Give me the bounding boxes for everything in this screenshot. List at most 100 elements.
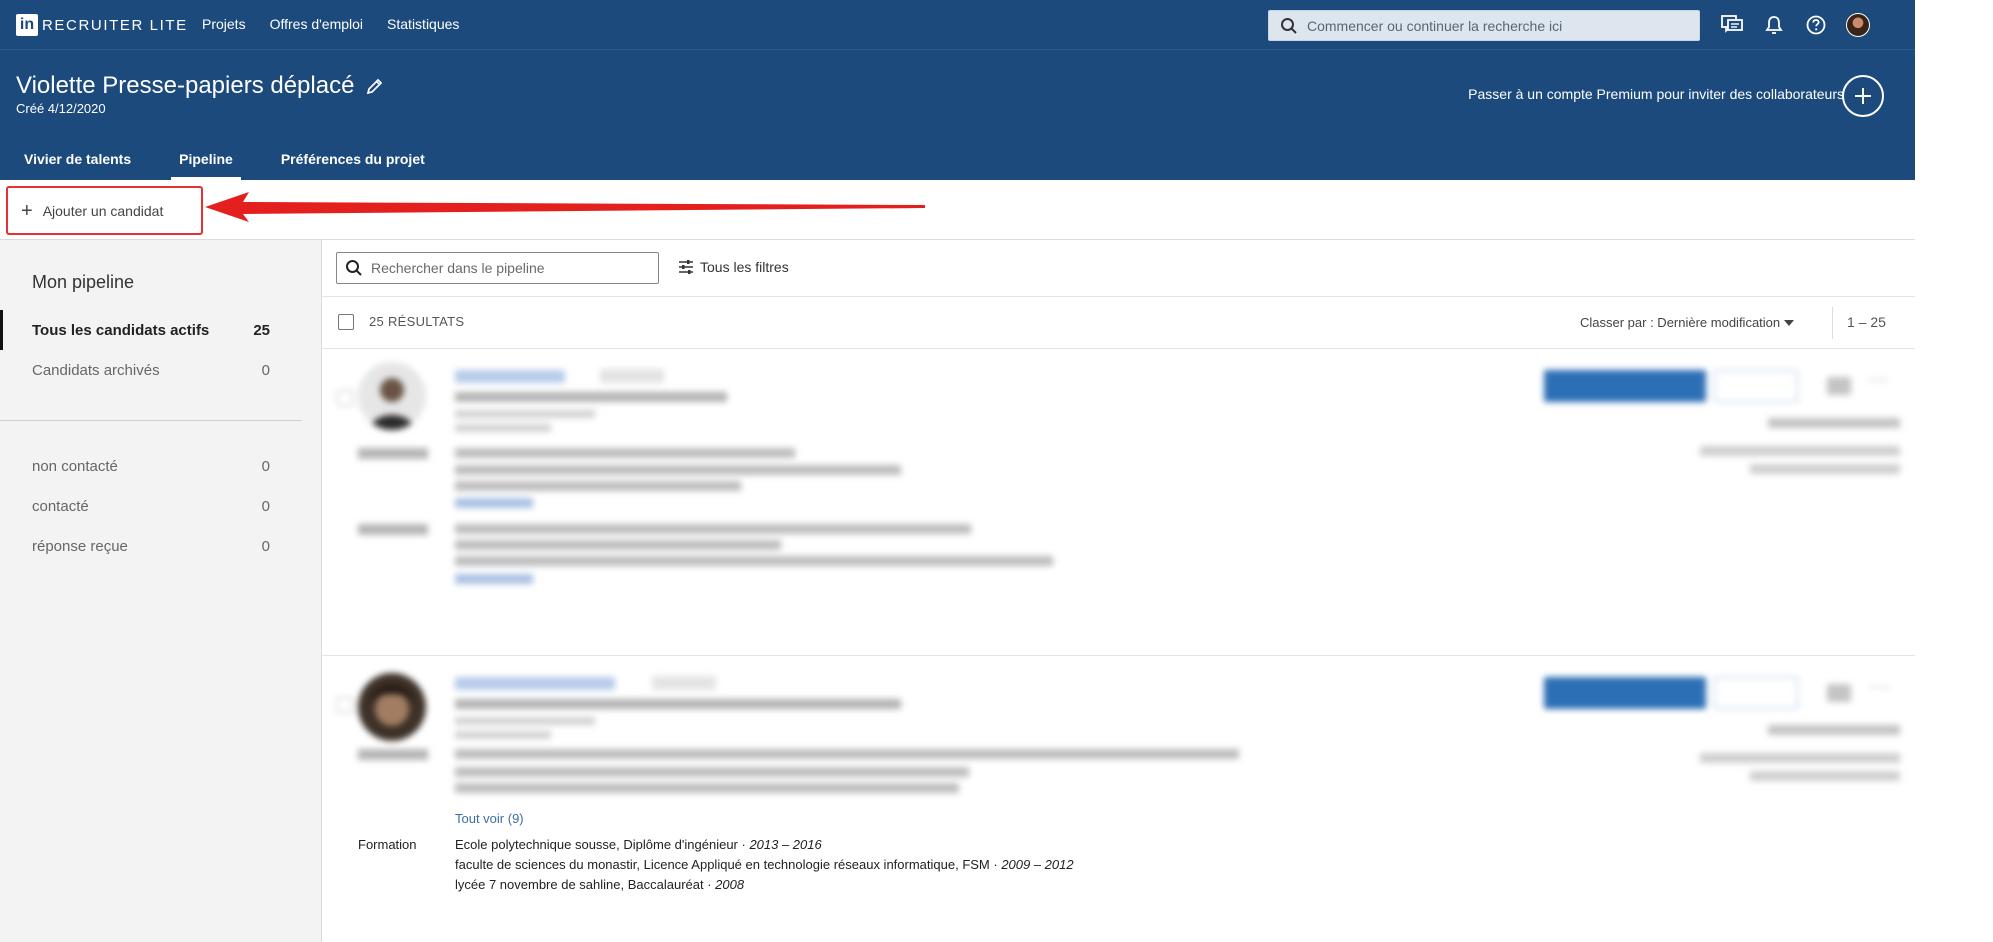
nav-links: Projets Offres d'emploi Statistiques <box>202 16 483 32</box>
top-nav: in RECRUITER LITE Projets Offres d'emplo… <box>0 0 1915 50</box>
sidebar-stage-contacte[interactable]: contacté 0 <box>0 486 270 526</box>
candidate-headline <box>455 699 901 709</box>
results-header: 25 RÉSULTATS Classer par : Dernière modi… <box>322 297 1915 349</box>
user-avatar[interactable] <box>1846 13 1870 37</box>
invite-collaborator-button[interactable] <box>1842 75 1884 117</box>
education-line <box>455 524 971 534</box>
candidate-primary-action[interactable] <box>1544 370 1706 402</box>
top-icons <box>1720 13 1870 37</box>
all-filters-button[interactable]: Tous les filtres <box>678 259 789 275</box>
education-dates: 2009 – 2012 <box>1001 857 1074 872</box>
pipeline-title: Mon pipeline <box>32 272 135 292</box>
candidate-industry <box>455 731 551 739</box>
education-dates: 2008 <box>715 877 745 892</box>
sort-dropdown[interactable]: Classer par : Dernière modification <box>1580 315 1795 330</box>
candidate-stage <box>1768 418 1900 428</box>
education-school: faculte de sciences du monastir, Licence… <box>455 857 1002 872</box>
nav-link-statistiques[interactable]: Statistiques <box>387 16 459 32</box>
sidebar-divider <box>0 420 302 421</box>
candidate-checkbox[interactable] <box>337 697 353 713</box>
project-title: Violette Presse-papiers déplacé <box>16 72 355 99</box>
all-filters-label: Tous les filtres <box>700 259 789 275</box>
recruiter-logo[interactable]: in RECRUITER LITE <box>16 14 188 36</box>
red-arrow-annotation <box>205 192 925 222</box>
sidebar-item-label: Tous les candidats actifs <box>32 321 210 339</box>
sidebar-item-count: 0 <box>261 497 270 515</box>
experience-line <box>455 481 741 491</box>
sidebar-item-archived-candidates[interactable]: Candidats archivés 0 <box>0 350 270 390</box>
candidate-name[interactable] <box>455 370 565 383</box>
plus-icon <box>1855 88 1871 104</box>
notifications-bell-icon[interactable] <box>1762 13 1786 37</box>
candidate-photo <box>358 673 426 741</box>
filter-sliders-icon <box>679 260 693 274</box>
results-range: 1 – 25 <box>1847 314 1886 330</box>
education-line: faculte de sciences du monastir, Licence… <box>455 857 1074 872</box>
experience-line <box>455 749 1239 759</box>
sidebar-stage-non-contacte[interactable]: non contacté 0 <box>0 446 270 486</box>
project-title-row: Violette Presse-papiers déplacé <box>16 72 384 100</box>
candidate-saved-by <box>1750 771 1900 781</box>
search-icon <box>1281 17 1297 34</box>
sidebar-item-label: Candidats archivés <box>32 361 160 379</box>
help-icon[interactable] <box>1804 13 1828 37</box>
sidebar-item-count: 25 <box>253 321 270 339</box>
candidate-card-content: ··· <box>322 657 1915 805</box>
tab-preferences-du-projet[interactable]: Préférences du projet <box>257 148 449 180</box>
education-school: lycée 7 novembre de sahline, Baccalauréa… <box>455 877 716 892</box>
pipeline-search <box>336 252 659 284</box>
experience-line <box>455 465 901 475</box>
candidate-location <box>455 717 595 725</box>
education-line <box>455 540 781 550</box>
education-label: Formation <box>358 837 417 852</box>
sidebar-item-count: 0 <box>261 457 270 475</box>
education-line: Ecole polytechnique sousse, Diplôme d'in… <box>455 837 822 852</box>
sidebar-item-count: 0 <box>261 537 270 555</box>
premium-upsell-text[interactable]: Passer à un compte Premium pour inviter … <box>1468 86 1844 102</box>
candidate-card[interactable]: ··· <box>322 350 1915 656</box>
message-icon[interactable] <box>1827 377 1851 395</box>
candidate-primary-action[interactable] <box>1544 677 1706 709</box>
nav-link-projets[interactable]: Projets <box>202 16 246 32</box>
candidate-tag <box>600 369 664 383</box>
sidebar-item-count: 0 <box>261 361 270 379</box>
add-candidate-button[interactable]: + Ajouter un candidat <box>6 186 203 235</box>
select-all-checkbox[interactable] <box>338 314 354 330</box>
tab-vivier-de-talents[interactable]: Vivier de talents <box>0 148 155 180</box>
more-options-icon[interactable]: ··· <box>1869 369 1890 390</box>
see-all-education-link[interactable] <box>455 574 533 584</box>
plus-icon: + <box>21 199 33 222</box>
pipeline-search-input[interactable] <box>371 260 651 276</box>
candidate-saved-date <box>1700 753 1900 763</box>
candidate-industry <box>455 424 551 432</box>
nav-link-offres[interactable]: Offres d'emploi <box>270 16 363 32</box>
messages-icon[interactable] <box>1720 13 1744 37</box>
edit-pencil-icon[interactable] <box>366 77 384 95</box>
candidate-location <box>455 410 595 418</box>
candidate-card[interactable]: ··· Tout voir (9) Formation Ecole polyte… <box>322 657 1915 942</box>
message-icon[interactable] <box>1827 684 1851 702</box>
range-divider <box>1832 307 1833 339</box>
sort-label: Classer par : Dernière modification <box>1580 315 1781 330</box>
education-line <box>455 556 1053 566</box>
experience-line <box>455 767 969 777</box>
sidebar-item-active-candidates[interactable]: Tous les candidats actifs 25 <box>0 310 270 350</box>
education-line: lycée 7 novembre de sahline, Baccalauréa… <box>455 877 744 892</box>
candidate-card-content: ··· <box>322 350 1915 655</box>
candidate-secondary-action[interactable] <box>1714 370 1798 402</box>
pipeline-main: Tous les filtres 25 RÉSULTATS Classer pa… <box>322 240 1915 942</box>
experience-line <box>455 783 959 793</box>
candidate-photo <box>358 362 426 430</box>
more-options-icon[interactable]: ··· <box>1869 676 1890 697</box>
see-all-experience-link[interactable]: Tout voir (9) <box>455 811 524 826</box>
project-created-date: Créé 4/12/2020 <box>16 101 106 116</box>
candidate-secondary-action[interactable] <box>1714 677 1798 709</box>
global-search-input[interactable] <box>1307 17 1677 34</box>
sidebar-stage-reponse-recue[interactable]: réponse reçue 0 <box>0 526 270 566</box>
see-all-experience-link[interactable] <box>455 498 533 508</box>
candidate-checkbox[interactable] <box>337 390 353 406</box>
candidate-name[interactable] <box>455 677 615 690</box>
education-school: Ecole polytechnique sousse, Diplôme d'in… <box>455 837 750 852</box>
tab-pipeline[interactable]: Pipeline <box>155 148 257 180</box>
sidebar-item-label: non contacté <box>32 457 118 475</box>
